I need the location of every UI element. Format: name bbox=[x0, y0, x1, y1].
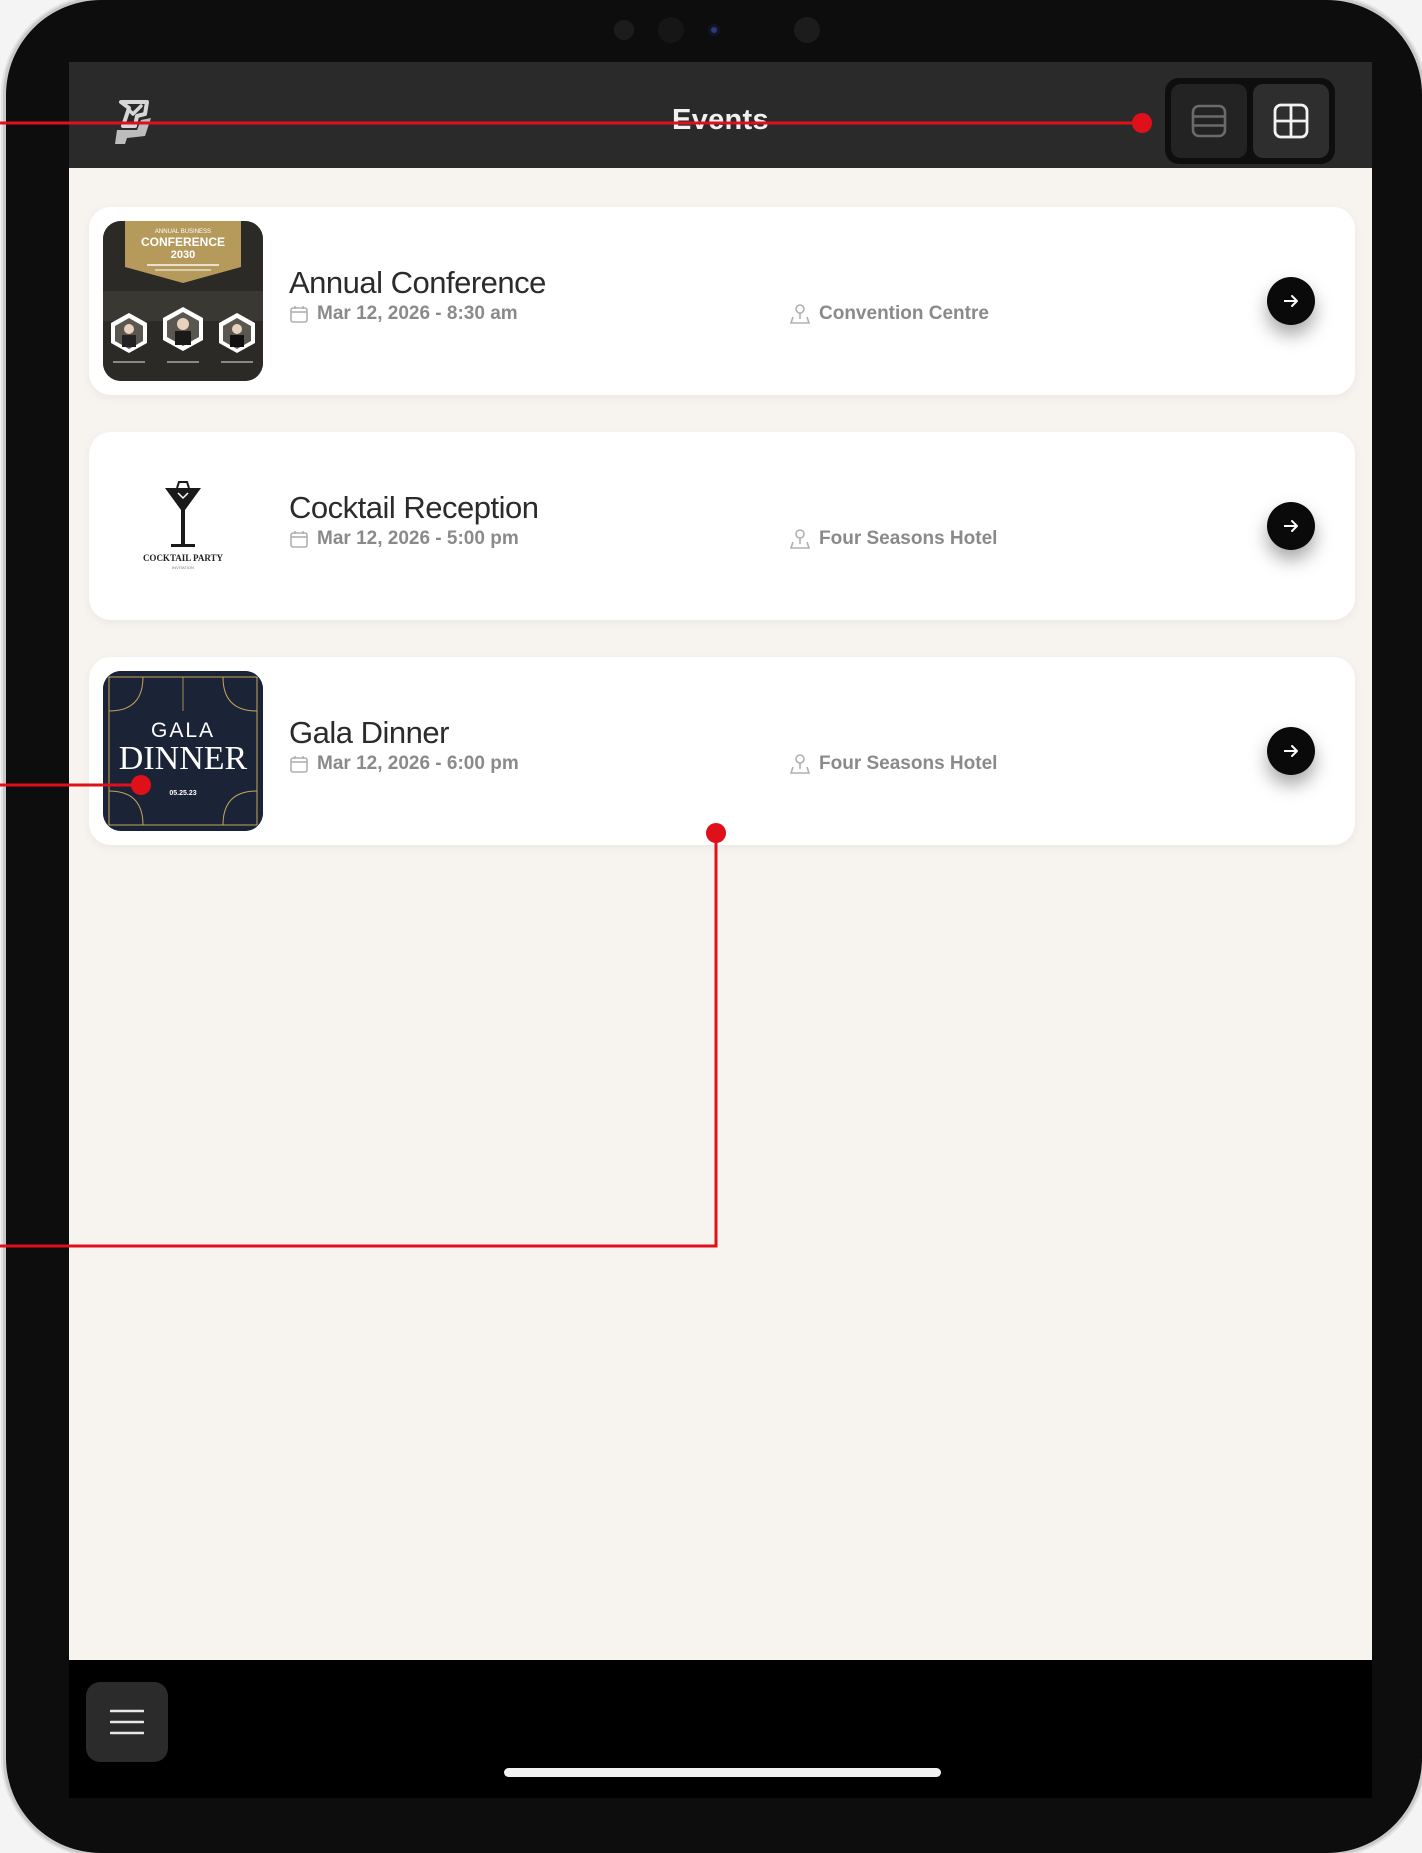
open-event-button[interactable] bbox=[1267, 502, 1315, 550]
grid-view-button[interactable] bbox=[1253, 84, 1329, 158]
event-card-cocktail-reception[interactable]: COCKTAIL PARTY INVITATION Cocktail Recep… bbox=[89, 432, 1355, 620]
bottom-bar bbox=[69, 1660, 1372, 1798]
event-thumbnail: GALA DINNER 05.25.23 bbox=[103, 671, 263, 831]
event-list: ANNUAL BUSINESS CONFERENCE 2030 Annual C… bbox=[89, 207, 1355, 882]
list-rows-icon bbox=[1191, 104, 1227, 138]
location-pin-icon bbox=[789, 304, 811, 324]
event-date: Mar 12, 2026 - 5:00 pm bbox=[289, 528, 519, 550]
event-date-text: Mar 12, 2026 - 5:00 pm bbox=[317, 528, 519, 549]
event-venue-text: Convention Centre bbox=[819, 303, 989, 324]
arrow-right-icon bbox=[1284, 520, 1298, 532]
event-venue: Four Seasons Hotel bbox=[789, 528, 997, 550]
location-pin-icon bbox=[789, 754, 811, 774]
list-view-button[interactable] bbox=[1171, 84, 1247, 158]
hamburger-menu-icon bbox=[110, 1709, 144, 1735]
svg-text:INVITATION: INVITATION bbox=[172, 565, 194, 570]
svg-text:CONFERENCE: CONFERENCE bbox=[141, 235, 225, 249]
svg-text:GALA: GALA bbox=[151, 719, 215, 742]
conference-poster-image: ANNUAL BUSINESS CONFERENCE 2030 bbox=[103, 221, 263, 381]
event-card-gala-dinner[interactable]: GALA DINNER 05.25.23 Gala Dinner Mar 12,… bbox=[89, 657, 1355, 845]
svg-text:2030: 2030 bbox=[171, 249, 195, 261]
event-title: Gala Dinner bbox=[289, 715, 449, 750]
arrow-right-icon bbox=[1284, 745, 1298, 757]
event-date-text: Mar 12, 2026 - 8:30 am bbox=[317, 303, 518, 324]
event-thumbnail: COCKTAIL PARTY INVITATION bbox=[103, 446, 263, 606]
event-title: Annual Conference bbox=[289, 265, 546, 300]
calendar-icon bbox=[290, 306, 308, 323]
event-venue: Convention Centre bbox=[789, 303, 989, 325]
svg-text:DINNER: DINNER bbox=[119, 740, 248, 777]
home-indicator[interactable] bbox=[504, 1768, 941, 1777]
location-pin-icon bbox=[789, 529, 811, 549]
arrow-right-icon bbox=[1284, 295, 1298, 307]
svg-text:COCKTAIL PARTY: COCKTAIL PARTY bbox=[143, 553, 224, 563]
camera-bar bbox=[6, 17, 1422, 44]
event-date-text: Mar 12, 2026 - 6:00 pm bbox=[317, 753, 519, 774]
svg-text:05.25.23: 05.25.23 bbox=[169, 790, 196, 797]
event-venue-text: Four Seasons Hotel bbox=[819, 528, 998, 549]
event-card-annual-conference[interactable]: ANNUAL BUSINESS CONFERENCE 2030 Annual C… bbox=[89, 207, 1355, 395]
top-header: Events bbox=[69, 62, 1372, 168]
open-event-button[interactable] bbox=[1267, 727, 1315, 775]
event-title: Cocktail Reception bbox=[289, 490, 539, 525]
menu-button[interactable] bbox=[86, 1682, 168, 1762]
event-date: Mar 12, 2026 - 6:00 pm bbox=[289, 753, 519, 775]
event-venue-text: Four Seasons Hotel bbox=[819, 753, 998, 774]
gala-poster-image: GALA DINNER 05.25.23 bbox=[103, 671, 263, 831]
calendar-icon bbox=[290, 531, 308, 548]
open-event-button[interactable] bbox=[1267, 277, 1315, 325]
view-toggle bbox=[1165, 78, 1335, 164]
calendar-icon bbox=[290, 756, 308, 773]
app-screen: Events ANNUAL BUSINESS CONFERENCE 2030 A… bbox=[69, 62, 1372, 1798]
grid-icon bbox=[1273, 103, 1309, 139]
event-thumbnail: ANNUAL BUSINESS CONFERENCE 2030 bbox=[103, 221, 263, 381]
cocktail-poster-image: COCKTAIL PARTY INVITATION bbox=[103, 446, 263, 606]
event-date: Mar 12, 2026 - 8:30 am bbox=[289, 303, 518, 325]
event-venue: Four Seasons Hotel bbox=[789, 753, 997, 775]
tablet-frame: Events ANNUAL BUSINESS CONFERENCE 2030 A… bbox=[6, 0, 1422, 1853]
